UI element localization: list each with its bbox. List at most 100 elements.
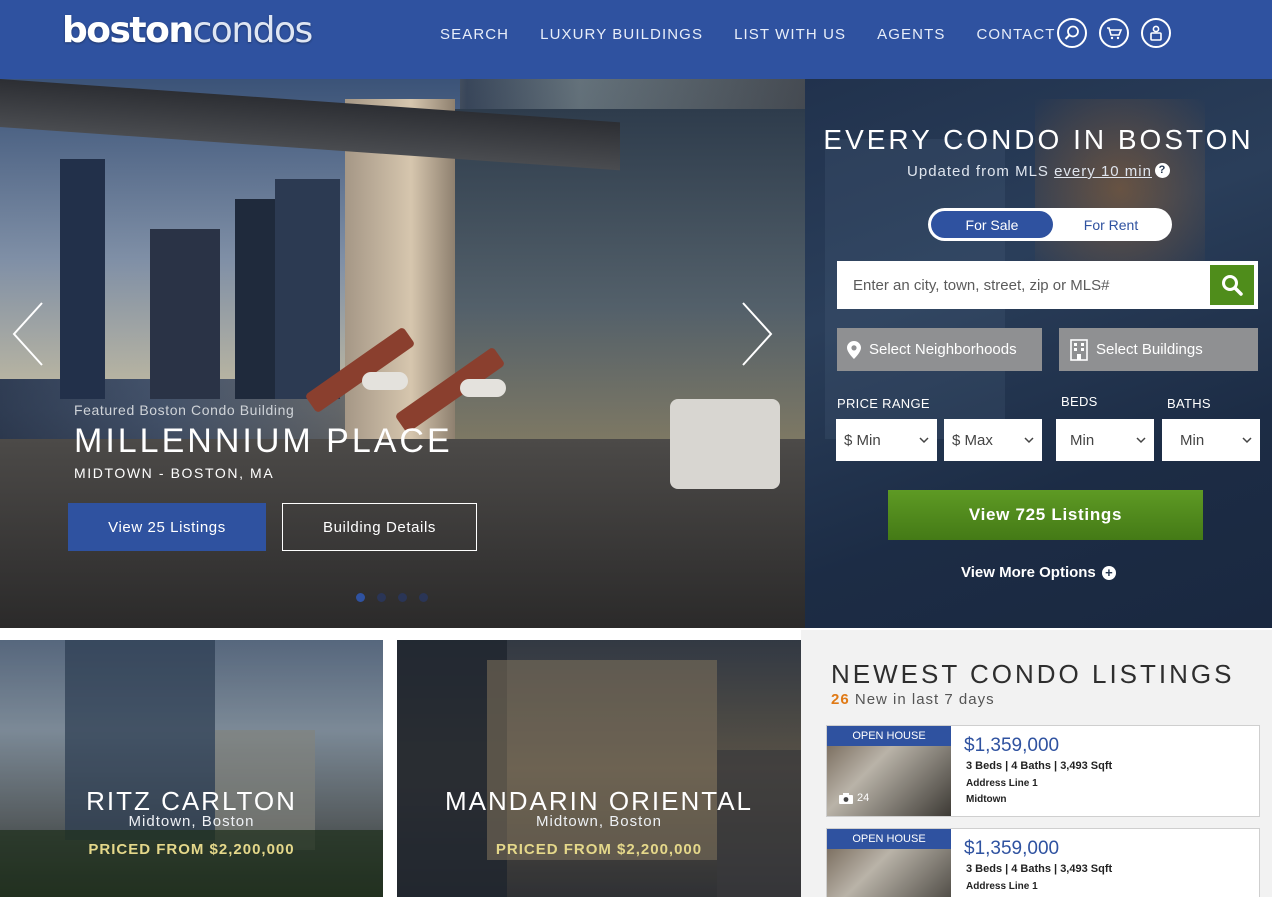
chevron-down-icon (1136, 437, 1146, 444)
hero-caption: Featured Boston Condo Building MILLENNIU… (74, 402, 453, 481)
beds-select[interactable]: Min (1056, 419, 1154, 461)
baths-label: BATHS (1167, 396, 1211, 411)
main-nav: SEARCH LUXURY BUILDINGS LIST WITH US AGE… (440, 26, 1087, 43)
chevron-down-icon (1024, 437, 1034, 444)
prev-slide-arrow-icon[interactable] (10, 299, 50, 369)
search-input[interactable] (837, 261, 1258, 309)
building-card[interactable]: RITZ CARLTON Midtown, Boston PRICED FROM… (0, 640, 383, 897)
select-buildings-label: Select Buildings (1096, 341, 1203, 358)
open-house-badge: OPEN HOUSE (827, 829, 951, 849)
price-range-label: PRICE RANGE (837, 396, 930, 411)
price-min-select[interactable]: $ Min (836, 419, 937, 461)
building-icon (1070, 338, 1088, 361)
hero-image-tower (60, 159, 105, 399)
subtitle-prefix: Updated from MLS (907, 163, 1049, 180)
beds-value: Min (1070, 431, 1095, 449)
hero-title: MILLENNIUM PLACE (74, 422, 453, 460)
hero-image-pillow (362, 372, 408, 390)
map-pin-icon (847, 340, 861, 359)
baths-value: Min (1180, 431, 1205, 449)
cart-icon[interactable] (1099, 18, 1129, 48)
hero-image-pillow (460, 379, 506, 397)
card-overlay (397, 640, 801, 897)
listing-card[interactable]: OPEN HOUSE $1,359,000 3 Beds | 4 Baths |… (826, 828, 1260, 897)
search-panel-subtitle: Updated from MLS every 10 min? (805, 163, 1272, 180)
chevron-down-icon (1242, 437, 1252, 444)
newest-listings-subtitle: 26 New in last 7 days (831, 691, 995, 708)
card-price: PRICED FROM $2,200,000 (88, 841, 295, 858)
help-icon[interactable]: ? (1154, 163, 1170, 178)
newest-listings-section: NEWEST CONDO LISTINGS 26 New in last 7 d… (801, 630, 1272, 897)
user-icon[interactable] (1141, 18, 1171, 48)
for-sale-toggle[interactable]: For Sale (931, 211, 1053, 238)
select-buildings-button[interactable]: Select Buildings (1059, 328, 1258, 371)
for-rent-toggle[interactable]: For Rent (1053, 211, 1169, 238)
slider-dots (356, 593, 428, 602)
slider-dot[interactable] (398, 593, 407, 602)
new-count: 26 (831, 691, 850, 708)
nav-agents[interactable]: AGENTS (877, 26, 945, 43)
hero-image-armchair (670, 399, 780, 489)
card-price: PRICED FROM $2,200,000 (495, 841, 703, 858)
building-details-button[interactable]: Building Details (282, 503, 477, 551)
view-more-options-label: View More Options (961, 564, 1096, 581)
plus-circle-icon: + (1101, 566, 1116, 580)
card-location: Midtown, Boston (128, 813, 255, 830)
update-frequency-link[interactable]: every 10 min (1054, 163, 1152, 180)
slider-dot[interactable] (377, 593, 386, 602)
header-icons (1057, 18, 1171, 48)
select-neighborhoods-label: Select Neighborhoods (869, 341, 1017, 358)
price-max-select[interactable]: $ Max (944, 419, 1042, 461)
nav-list-with-us[interactable]: LIST WITH US (734, 26, 846, 43)
listing-price: $1,359,000 (964, 838, 1060, 859)
listing-specs: 3 Beds | 4 Baths | 3,493 Sqft (966, 863, 1113, 875)
site-header: bostoncondos SEARCH LUXURY BUILDINGS LIS… (0, 0, 1272, 79)
next-slide-arrow-icon[interactable] (735, 299, 775, 369)
sale-rent-toggle: For Sale For Rent (928, 208, 1172, 241)
newest-listings-title: NEWEST CONDO LISTINGS (831, 659, 1235, 689)
search-icon (1222, 275, 1243, 296)
card-location: Midtown, Boston (536, 813, 662, 830)
search-panel: EVERY CONDO IN BOSTON Updated from MLS e… (805, 79, 1272, 628)
camera-icon (839, 792, 853, 804)
search-submit-button[interactable] (1210, 265, 1254, 305)
view-listings-button[interactable]: View 25 Listings (68, 503, 266, 551)
view-all-listings-button[interactable]: View 725 Listings (888, 490, 1203, 540)
select-neighborhoods-button[interactable]: Select Neighborhoods (837, 328, 1042, 371)
listing-card[interactable]: OPEN HOUSE 24 $1,359,000 3 Beds | 4 Bath… (826, 725, 1260, 817)
nav-contact[interactable]: CONTACT (976, 26, 1055, 43)
listing-price: $1,359,000 (964, 735, 1060, 756)
card-overlay (0, 640, 383, 897)
nav-search[interactable]: SEARCH (440, 26, 509, 43)
hero-subtitle: Featured Boston Condo Building (74, 402, 295, 418)
search-panel-title: EVERY CONDO IN BOSTON (823, 124, 1254, 155)
building-card[interactable]: MANDARIN ORIENTAL Midtown, Boston PRICED… (397, 640, 801, 897)
nav-luxury-buildings[interactable]: LUXURY BUILDINGS (540, 26, 703, 43)
listing-address: Address Line 1 (966, 778, 1038, 789)
hero-image-tower (150, 229, 220, 399)
logo-text-light: condos (192, 10, 314, 51)
photo-count: 24 (839, 792, 869, 804)
slider-dot[interactable] (356, 593, 365, 602)
search-icon[interactable] (1057, 18, 1087, 48)
chevron-down-icon (919, 437, 929, 444)
price-max-value: $ Max (952, 431, 993, 449)
listing-thumbnail[interactable]: OPEN HOUSE 24 (827, 726, 951, 816)
logo-text-bold: boston (62, 10, 194, 51)
beds-label: BEDS (1061, 394, 1098, 409)
new-count-text: New in last 7 days (854, 691, 995, 708)
hero-image-tower (235, 199, 275, 399)
site-logo[interactable]: bostoncondos (62, 10, 314, 51)
view-more-options-link[interactable]: View More Options + (805, 564, 1272, 581)
hero-slider: Featured Boston Condo Building MILLENNIU… (0, 79, 805, 628)
listing-address: Address Line 1 (966, 881, 1038, 892)
baths-select[interactable]: Min (1162, 419, 1260, 461)
hero-location: MIDTOWN - BOSTON, MA (74, 465, 275, 481)
slider-dot[interactable] (419, 593, 428, 602)
listing-neighborhood: Midtown (966, 794, 1007, 805)
price-min-value: $ Min (844, 431, 881, 449)
open-house-badge: OPEN HOUSE (827, 726, 951, 746)
listing-specs: 3 Beds | 4 Baths | 3,493 Sqft (966, 760, 1113, 772)
listing-thumbnail[interactable]: OPEN HOUSE (827, 829, 951, 897)
photo-count-value: 24 (857, 792, 870, 804)
